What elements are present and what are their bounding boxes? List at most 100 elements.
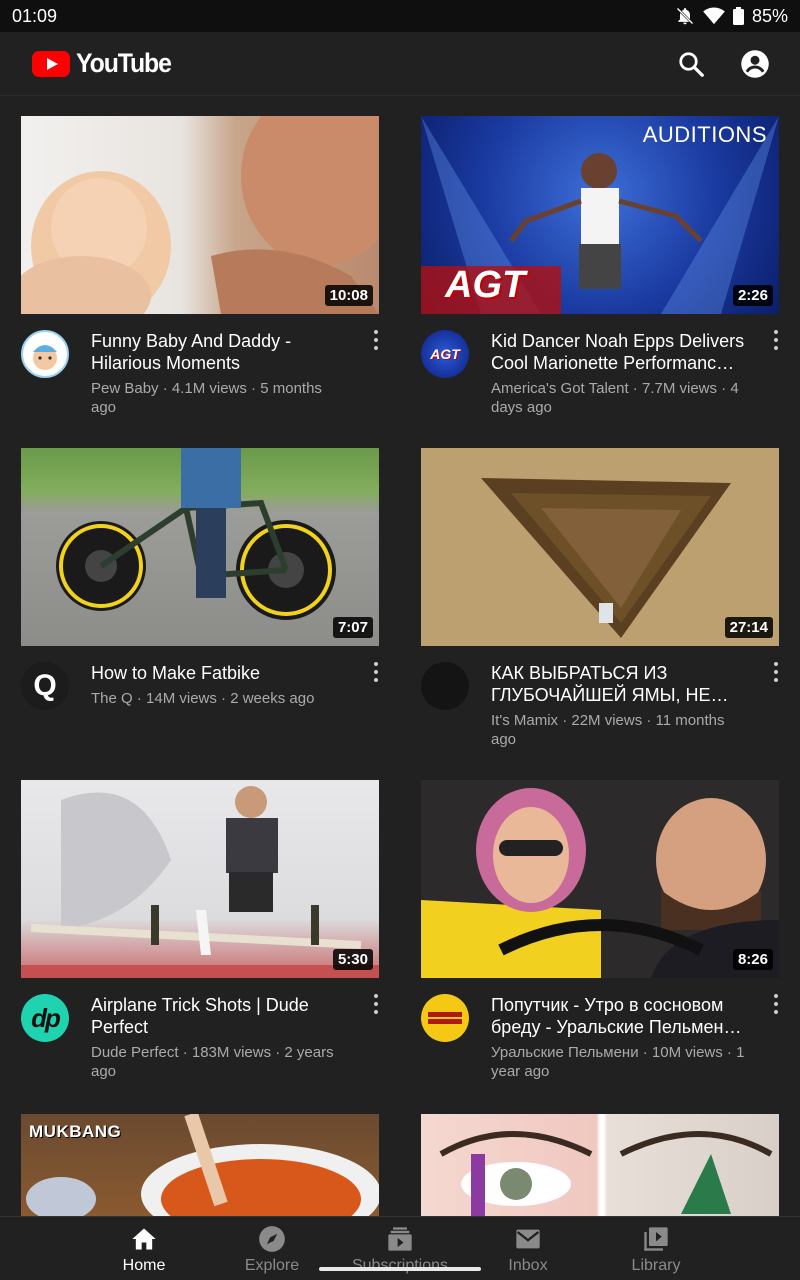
video-meta: AGT Kid Dancer Noah Epps Delivers Cool M…	[421, 330, 779, 417]
app-name: YouTube	[76, 48, 172, 78]
video-meta: Попутчик - Утро в сосновом бреду - Ураль…	[421, 994, 779, 1081]
nav-label: Home	[122, 1257, 166, 1274]
inbox-icon	[516, 1229, 540, 1249]
video-thumbnail[interactable]: 7:07	[21, 448, 379, 646]
video-duration: 10:08	[324, 285, 373, 306]
channel-avatar[interactable]	[21, 330, 69, 378]
video-card[interactable]: 27:14 КАК ВЫБРАТЬСЯ ИЗ ГЛУБОЧАЙШЕЙ ЯМЫ, …	[421, 448, 779, 749]
thumbnail-overlay-text: MUKBANG	[29, 1122, 122, 1141]
channel-avatar-text: dp	[31, 1002, 61, 1033]
nav-inbox[interactable]: Inbox	[464, 1217, 592, 1280]
video-subtitle: Уральские Пельмени · 10M views · 1 year …	[491, 1044, 745, 1080]
wifi-icon	[703, 7, 725, 25]
channel-avatar[interactable]	[421, 662, 469, 710]
status-bar: 01:09 85%	[0, 0, 800, 32]
video-subtitle: Pew Baby · 4.1M views · 5 months ago	[91, 380, 322, 416]
battery-icon	[732, 7, 744, 25]
video-card[interactable]: 8:26 Попутчик - Утро в сосновом бреду - …	[421, 780, 779, 1081]
nav-label: Subscriptions	[351, 1257, 449, 1274]
channel-logo-icon	[428, 1012, 462, 1024]
agt-logo-text: AGT	[445, 264, 526, 306]
explore-icon	[259, 1226, 285, 1252]
more-options-icon[interactable]	[373, 994, 379, 1014]
nav-label: Library	[631, 1257, 681, 1274]
video-card[interactable]	[421, 1114, 779, 1216]
video-title[interactable]: Kid Dancer Noah Epps Delivers Cool Mario…	[491, 330, 745, 374]
nav-home[interactable]: Home	[80, 1217, 208, 1280]
thumbnail-art	[439, 1131, 773, 1216]
video-thumbnail[interactable]: 8:26	[421, 780, 779, 978]
video-title[interactable]: Airplane Trick Shots | Dude Perfect	[91, 994, 345, 1038]
video-duration: 5:30	[332, 949, 373, 970]
video-meta: Q How to Make Fatbike The Q · 14M views …	[21, 662, 379, 710]
home-icon	[132, 1228, 156, 1250]
video-title[interactable]: How to Make Fatbike	[91, 662, 345, 684]
youtube-play-icon	[32, 50, 70, 77]
notifications-off-icon	[675, 6, 695, 26]
video-subtitle: America's Got Talent · 7.7M views · 4 da…	[491, 380, 739, 416]
app-bar: YouTube	[0, 32, 800, 96]
video-subtitle: The Q · 14M views · 2 weeks ago	[91, 690, 315, 707]
video-texts: Funny Baby And Daddy - Hilarious Moments…	[91, 330, 379, 417]
video-subtitle: It's Mamix · 22M views · 11 months ago	[491, 712, 725, 748]
video-thumbnail[interactable]	[421, 1114, 779, 1216]
video-duration: 7:07	[332, 617, 373, 638]
video-thumbnail[interactable]: 10:08	[21, 116, 379, 314]
header-actions	[676, 49, 770, 79]
youtube-logo[interactable]: YouTube	[32, 48, 179, 79]
thumbnail-art	[21, 786, 379, 978]
channel-avatar[interactable]: Q	[21, 662, 69, 710]
video-duration: 27:14	[724, 617, 773, 638]
video-duration: 8:26	[732, 949, 773, 970]
account-icon[interactable]	[740, 49, 770, 79]
avatar-art	[33, 345, 57, 370]
battery-percent: 85%	[751, 5, 788, 26]
video-card[interactable]: MUKBANG	[21, 1114, 379, 1216]
thumbnail-art	[21, 116, 379, 314]
more-options-icon[interactable]	[773, 994, 779, 1014]
nav-library[interactable]: Library	[592, 1217, 720, 1280]
video-meta: КАК ВЫБРАТЬСЯ ИЗ ГЛУБОЧАЙШЕЙ ЯМЫ, НЕ И… …	[421, 662, 779, 749]
video-duration: 2:26	[732, 285, 773, 306]
video-texts: Попутчик - Утро в сосновом бреду - Ураль…	[491, 994, 779, 1081]
video-card[interactable]: AUDITIONS AGT 2:26 AGT Kid Dancer Noah E…	[421, 116, 779, 417]
video-title[interactable]: Попутчик - Утро в сосновом бреду - Ураль…	[491, 994, 745, 1038]
video-card[interactable]: 7:07 Q How to Make Fatbike The Q · 14M v…	[21, 448, 379, 710]
video-texts: КАК ВЫБРАТЬСЯ ИЗ ГЛУБОЧАЙШЕЙ ЯМЫ, НЕ И… …	[491, 662, 779, 749]
video-texts: Airplane Trick Shots | Dude Perfect Dude…	[91, 994, 379, 1081]
video-meta: Funny Baby And Daddy - Hilarious Moments…	[21, 330, 379, 417]
status-icons: 85%	[675, 6, 788, 27]
video-card[interactable]: 5:30 dp Airplane Trick Shots | Dude Perf…	[21, 780, 379, 1081]
thumbnail-overlay-text: AUDITIONS	[642, 122, 767, 147]
channel-avatar-text: Q	[33, 669, 57, 702]
video-thumbnail[interactable]: MUKBANG	[21, 1114, 379, 1216]
nav-explore[interactable]: Explore	[208, 1217, 336, 1280]
video-texts: How to Make Fatbike The Q · 14M views · …	[91, 662, 379, 710]
video-thumbnail[interactable]: 5:30	[21, 780, 379, 978]
more-options-icon[interactable]	[373, 662, 379, 682]
video-title[interactable]: Funny Baby And Daddy - Hilarious Moments	[91, 330, 345, 374]
thumbnail-art	[56, 448, 336, 620]
status-time: 01:09	[12, 5, 58, 26]
video-thumbnail[interactable]: 27:14	[421, 448, 779, 646]
search-icon[interactable]	[676, 49, 706, 79]
video-title[interactable]: КАК ВЫБРАТЬСЯ ИЗ ГЛУБОЧАЙШЕЙ ЯМЫ, НЕ И…	[491, 662, 745, 706]
video-card[interactable]: 10:08 Funny Baby And Daddy - Hilarious M…	[21, 116, 379, 417]
more-options-icon[interactable]	[373, 330, 379, 350]
nav-label: Inbox	[508, 1257, 548, 1274]
video-meta: dp Airplane Trick Shots | Dude Perfect D…	[21, 994, 379, 1081]
more-options-icon[interactable]	[773, 662, 779, 682]
thumbnail-art	[421, 780, 779, 978]
video-thumbnail[interactable]: AUDITIONS AGT 2:26	[421, 116, 779, 314]
channel-avatar[interactable]: dp	[21, 994, 69, 1042]
video-texts: Kid Dancer Noah Epps Delivers Cool Mario…	[491, 330, 779, 417]
subscriptions-icon	[388, 1227, 412, 1251]
channel-avatar[interactable]: AGT	[421, 330, 469, 378]
more-options-icon[interactable]	[773, 330, 779, 350]
video-subtitle: Dude Perfect · 183M views · 2 years ago	[91, 1044, 334, 1080]
nav-label: Explore	[244, 1257, 300, 1274]
gesture-handle[interactable]	[319, 1267, 481, 1271]
library-icon	[644, 1227, 668, 1251]
thumbnail-art	[421, 448, 779, 646]
channel-avatar[interactable]	[421, 994, 469, 1042]
